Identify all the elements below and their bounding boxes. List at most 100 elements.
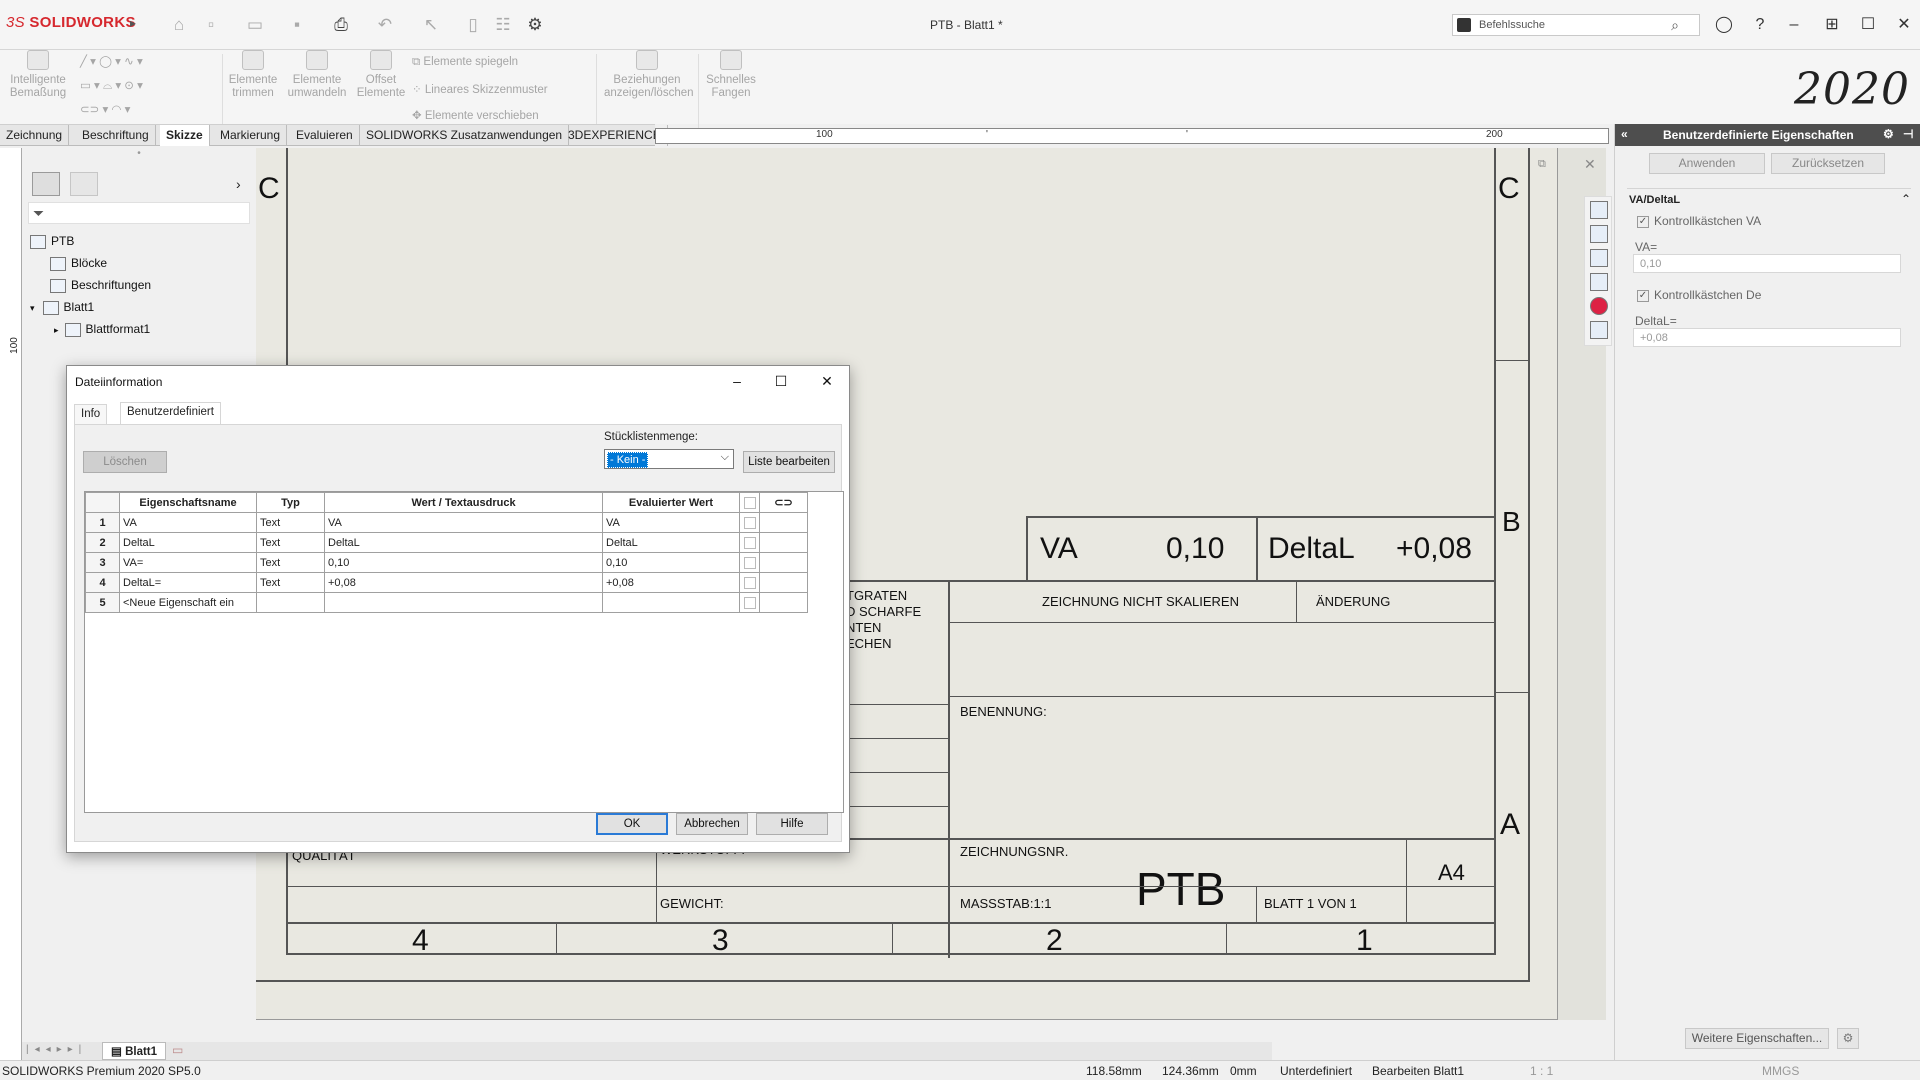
checkbox-va[interactable]: ✓ Kontrollkästchen VA (1637, 214, 1761, 228)
column-header-type[interactable]: Typ (256, 492, 325, 513)
sheet-tab-blatt1[interactable]: ▤ Blatt1 (102, 1042, 167, 1060)
menu-expand-icon[interactable]: ▸ (130, 16, 136, 30)
apply-button[interactable]: Anwenden (1649, 153, 1765, 174)
cell-evaluated[interactable]: DeltaL (602, 532, 740, 553)
mirror-entities-button[interactable]: ⧉ Elemente spiegeln (412, 56, 518, 69)
reset-button[interactable]: Zurücksetzen (1771, 153, 1885, 174)
cell-property-name[interactable]: DeltaL= (119, 572, 257, 593)
sheet-scale[interactable]: 1 : 1 (1530, 1064, 1553, 1078)
search-scope-icon[interactable] (1457, 18, 1471, 32)
cell-evaluated[interactable] (602, 592, 740, 613)
tree-item-bloecke[interactable]: Blöcke (50, 256, 107, 271)
rebuild-icon[interactable]: ▯ (462, 14, 484, 36)
tree-item-blattformat1[interactable]: ▸ Blattformat1 (54, 322, 150, 337)
relations-button[interactable]: Beziehungen anzeigen/löschen (604, 50, 694, 100)
linear-pattern-button[interactable]: ⁘ Lineares Skizzenmuster (412, 82, 548, 96)
row-link-cell[interactable] (759, 552, 808, 573)
row-checkbox[interactable] (739, 572, 760, 593)
minimize-icon[interactable]: – (1782, 14, 1806, 36)
row-checkbox[interactable] (739, 512, 760, 533)
slot-icon[interactable]: ⊂⊃ ▾ ◠ ▾ (80, 102, 130, 116)
row-checkbox[interactable] (739, 552, 760, 573)
solidworks-logo[interactable]: 3S SOLIDWORKS (6, 14, 136, 31)
tab-skizze[interactable]: Skizze (160, 125, 210, 146)
column-header-value[interactable]: Wert / Textausdruck (324, 492, 603, 513)
cancel-button[interactable]: Abbrechen (676, 813, 748, 835)
cell-value[interactable]: +0,08 (324, 572, 603, 593)
cell-type[interactable]: Text (256, 552, 325, 573)
viewport-close-icon[interactable]: ✕ (1584, 156, 1596, 173)
tab-benutzerdefiniert[interactable]: Benutzerdefiniert (120, 402, 221, 424)
quick-snaps-button[interactable]: Schnelles Fangen (704, 50, 758, 100)
cell-evaluated[interactable]: 0,10 (602, 552, 740, 573)
edit-list-button[interactable]: Liste bearbeiten (743, 451, 835, 473)
unit-system[interactable]: MMGS (1762, 1064, 1799, 1078)
rectangle-icon[interactable]: ▭ ▾ ⌓ ▾ ⊙ ▾ (80, 78, 143, 93)
line-icon[interactable]: ╱ ▾ ◯ ▾ ∿ ▾ (80, 54, 143, 68)
tab-3dexperience[interactable]: 3DEXPERIENCE (562, 125, 668, 146)
filter-icon[interactable]: ⏷ (33, 205, 44, 222)
save-icon[interactable]: ▪ (286, 14, 308, 36)
select-icon[interactable]: ↖ (420, 14, 442, 36)
group-collapse-icon[interactable]: ⌃ (1901, 192, 1911, 206)
ok-button[interactable]: OK (596, 813, 668, 835)
select-all-checkbox[interactable] (739, 492, 760, 513)
deltal-field[interactable]: +0,08 (1633, 328, 1901, 347)
row-checkbox[interactable] (739, 532, 760, 553)
view-palette-icon[interactable] (1590, 273, 1608, 291)
bom-quantity-select[interactable]: - Kein - ⌵ (604, 449, 734, 469)
tree-filter[interactable]: ⏷ (28, 202, 250, 224)
cell-type[interactable]: Text (256, 572, 325, 593)
checkbox-de[interactable]: ✓ Kontrollkästchen De (1637, 288, 1761, 302)
properties-grid[interactable]: Eigenschaftsname Typ Wert / Textausdruck… (84, 491, 844, 813)
help-button[interactable]: Hilfe (756, 813, 828, 835)
tab-info[interactable]: Info (74, 404, 108, 424)
tab-zeichnung[interactable]: Zeichnung (0, 125, 70, 146)
table-row[interactable]: 4 DeltaL= Text +0,08 +0,08 (85, 572, 808, 593)
user-icon[interactable]: ◯ (1712, 14, 1736, 36)
dialog-close-icon[interactable]: ✕ (809, 370, 845, 392)
cell-type[interactable]: Text (256, 512, 325, 533)
properties-settings-icon[interactable]: ⚙ (1837, 1028, 1859, 1049)
row-link-cell[interactable] (759, 512, 808, 533)
dialog-maximize-icon[interactable]: ☐ (763, 370, 799, 392)
tree-item-beschriftungen[interactable]: Beschriftungen (50, 278, 151, 293)
undo-icon[interactable]: ↶ (374, 14, 396, 36)
column-header-evaluated[interactable]: Evaluierter Wert (602, 492, 740, 513)
panel-grip-icon[interactable]: • (24, 148, 254, 162)
settings-gear-icon[interactable]: ⚙ (1883, 127, 1894, 141)
appearances-icon[interactable] (1590, 297, 1608, 315)
help-icon[interactable]: ? (1748, 14, 1772, 36)
open-folder-icon[interactable]: ▭ (244, 14, 266, 36)
file-properties-icon[interactable]: ☷ (492, 14, 514, 36)
row-link-cell[interactable] (759, 592, 808, 613)
move-entities-button[interactable]: ✥ Elemente verschieben (412, 108, 539, 122)
print-icon[interactable]: ⎙ (330, 14, 352, 36)
offset-entities-button[interactable]: Offset Elemente (354, 50, 408, 100)
column-header-name[interactable]: Eigenschaftsname (119, 492, 257, 513)
custom-properties-icon[interactable] (1590, 321, 1608, 339)
home-icon[interactable] (1590, 201, 1608, 219)
viewport-restore-icon[interactable]: ⧉ (1538, 158, 1546, 171)
add-sheet-icon[interactable]: ▭ (172, 1043, 183, 1057)
tree-item-blatt1[interactable]: ▾ Blatt1 (30, 300, 94, 315)
link-icon[interactable]: ⊂⊃ (759, 492, 808, 513)
more-properties-button[interactable]: Weitere Eigenschaften... (1685, 1028, 1829, 1049)
cell-value[interactable] (324, 592, 603, 613)
cell-evaluated[interactable]: VA (602, 512, 740, 533)
va-field[interactable]: 0,10 (1633, 254, 1901, 273)
cell-type[interactable]: Text (256, 532, 325, 553)
search-icon[interactable]: ⌕ (1671, 17, 1679, 34)
cell-value[interactable]: DeltaL (324, 532, 603, 553)
convert-entities-button[interactable]: Elemente umwandeln (286, 50, 348, 100)
options-gear-icon[interactable]: ⚙ (524, 14, 546, 36)
row-checkbox[interactable] (739, 592, 760, 613)
table-row[interactable]: 3 VA= Text 0,10 0,10 (85, 552, 808, 573)
file-explorer-icon[interactable] (1590, 249, 1608, 267)
collapse-icon[interactable]: ▾ (30, 303, 35, 313)
delete-button[interactable]: Löschen (83, 451, 167, 473)
dialog-minimize-icon[interactable]: – (719, 370, 755, 392)
cell-property-name[interactable]: VA= (119, 552, 257, 573)
cell-property-name[interactable]: DeltaL (119, 532, 257, 553)
tab-evaluieren[interactable]: Evaluieren (290, 125, 360, 146)
